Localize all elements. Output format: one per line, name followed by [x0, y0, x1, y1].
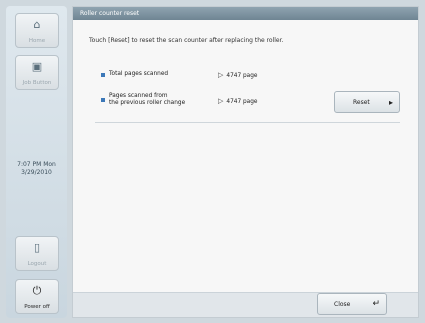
caret-right-icon: ▷: [218, 97, 224, 105]
job-button-icon: ▣: [31, 60, 43, 73]
since-roller-label-line2: the previous roller change: [109, 100, 186, 106]
power-icon: ⏻: [32, 284, 42, 297]
caret-right-icon: ▷: [218, 71, 224, 79]
home-icon: ⌂: [33, 18, 41, 31]
since-roller-bullet-icon: [101, 98, 105, 102]
sidebar: ⌂ Home ▣ Job Button 7:07 PM Mon 3/29/201…: [6, 6, 67, 318]
logout-label: Logout: [27, 261, 47, 267]
close-button[interactable]: Close ↵: [317, 293, 387, 315]
job-button-label: Job Button: [22, 80, 52, 86]
home-button[interactable]: ⌂ Home: [15, 13, 59, 48]
divider: [95, 122, 400, 123]
logout-icon: ▯: [33, 241, 41, 254]
reset-button[interactable]: Reset ▸: [334, 91, 400, 113]
instruction-text: Touch [Reset] to reset the scan counter …: [89, 37, 284, 44]
logout-button[interactable]: ▯ Logout: [15, 236, 59, 271]
dialog-title-bar: Roller counter reset: [73, 7, 418, 20]
since-roller-value: 4747 page: [226, 99, 258, 105]
power-off-label: Power off: [24, 304, 50, 310]
dialog-title: Roller counter reset: [80, 10, 140, 17]
since-roller-value-row: ▷ 4747 page: [218, 97, 257, 105]
power-off-button[interactable]: ⏻ Power off: [15, 279, 59, 314]
close-label: Close: [334, 301, 351, 308]
clock: 7:07 PM Mon 3/29/2010: [6, 161, 67, 177]
job-button[interactable]: ▣ Job Button: [15, 55, 59, 90]
total-pages-value: 4747 page: [226, 73, 258, 79]
roller-counter-dialog: Roller counter reset Touch [Reset] to re…: [72, 6, 419, 318]
total-pages-label: Total pages scanned: [109, 71, 169, 77]
clock-date: 3/29/2010: [21, 169, 52, 176]
since-roller-label-line1: Pages scanned from: [109, 93, 168, 99]
since-roller-label: Pages scanned from the previous roller c…: [109, 93, 185, 107]
total-pages-value-row: ▷ 4747 page: [218, 71, 257, 79]
clock-time: 7:07 PM Mon: [17, 161, 56, 168]
play-arrow-icon: ▸: [388, 98, 393, 107]
home-label: Home: [28, 38, 46, 44]
return-arrow-icon: ↵: [372, 299, 380, 309]
total-pages-bullet-icon: [101, 73, 105, 77]
reset-label: Reset: [353, 99, 370, 106]
